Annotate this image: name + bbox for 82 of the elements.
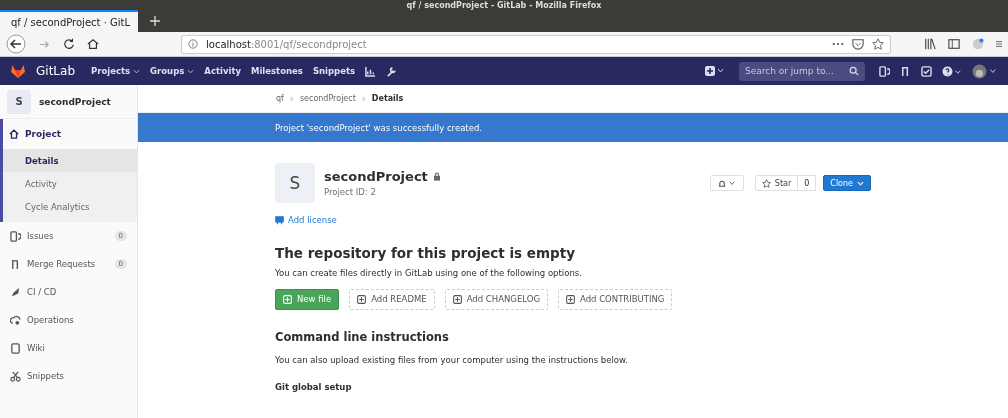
sidebar-item[interactable]: Merge Requests: [27, 259, 109, 269]
sidebar-subitem[interactable]: Activity: [3, 172, 137, 195]
back-icon[interactable]: [6, 34, 26, 54]
project-id: Project ID: 2: [324, 187, 377, 197]
breadcrumb-link[interactable]: qf: [276, 94, 284, 103]
nav-link[interactable]: Snippets: [312, 66, 356, 76]
plus-square-icon[interactable]: [705, 66, 725, 76]
breadcrumb-link[interactable]: Details: [371, 94, 404, 103]
merge-request-icon: [10, 258, 21, 270]
merge-request-icon[interactable]: [900, 65, 911, 77]
star-count[interactable]: 0: [798, 175, 817, 191]
description-text: You can create files directly in GitLab using one of the following options.: [275, 266, 583, 279]
nav-link[interactable]: Groups: [150, 66, 195, 76]
clone-button[interactable]: Clone: [823, 175, 871, 191]
flash-message: Project 'secondProject' was successfully created.: [275, 122, 482, 133]
new-tab-icon[interactable]: [150, 16, 160, 26]
search-icon: [849, 66, 859, 76]
add-file-button[interactable]: Add CHANGELOG: [444, 288, 548, 310]
sidebar-subitem[interactable]: Details: [3, 149, 137, 172]
sidebar-item[interactable]: Operations: [27, 315, 127, 325]
star-button[interactable]: Star: [754, 175, 799, 191]
issues-icon[interactable]: [879, 65, 890, 77]
sidebar-item[interactable]: CI / CD: [27, 287, 127, 297]
subsection-heading: Git global setup: [275, 381, 353, 392]
plus-square-icon: [566, 294, 575, 304]
issues-icon: [10, 230, 21, 242]
sidebar-item[interactable]: Project: [3, 119, 137, 149]
letter-avatar[interactable]: S: [7, 89, 31, 114]
gitlab-brand[interactable]: GitLab: [36, 64, 75, 78]
window-title: qf / secondProject - GitLab - Mozilla Firefox: [406, 0, 602, 10]
account-icon[interactable]: [972, 38, 984, 50]
star-icon[interactable]: [872, 38, 884, 50]
search-field[interactable]: Search or jump to...: [739, 61, 865, 81]
address-bar[interactable]: localhost:8001/qf/secondproject: [181, 34, 891, 54]
sidebar-item[interactable]: Issues: [27, 231, 109, 241]
plus-square-icon: [283, 294, 292, 304]
more-icon[interactable]: [832, 42, 844, 46]
chevron-icon: [289, 95, 294, 102]
notification-button[interactable]: [709, 175, 744, 191]
info-icon: [188, 39, 198, 49]
plus-square-icon: [452, 294, 462, 304]
help-icon[interactable]: [942, 65, 962, 77]
caret-icon: [187, 68, 195, 74]
add-file-button[interactable]: Add README: [349, 288, 435, 310]
scissors-icon: [10, 370, 21, 382]
caret-icon: [133, 68, 141, 74]
project-name[interactable]: secondProject: [39, 96, 111, 107]
pocket-icon[interactable]: [852, 38, 864, 50]
tanuki-logo-icon[interactable]: [10, 63, 26, 79]
reload-icon[interactable]: [63, 38, 75, 50]
add-file-button[interactable]: Add CONTRIBUTING: [558, 288, 673, 310]
section-label: Project: [25, 129, 62, 139]
bell-icon: [716, 178, 737, 188]
home-icon[interactable]: [87, 38, 99, 50]
user-avatar-icon[interactable]: [972, 63, 998, 79]
cloud-gear-icon: [10, 314, 21, 326]
wrench-icon[interactable]: [386, 65, 398, 77]
breadcrumb-link[interactable]: secondProject: [299, 94, 356, 103]
sidebar-item[interactable]: Wiki: [27, 343, 127, 353]
star-icon: [761, 178, 771, 188]
nav-link[interactable]: Projects: [91, 66, 141, 76]
browser-tab[interactable]: qf / secondProject · GitL: [0, 10, 138, 32]
sidebar-subitem[interactable]: Cycle Analytics: [3, 195, 137, 218]
nav-link[interactable]: Milestones: [251, 66, 303, 76]
caret-icon: [857, 180, 864, 186]
description-text: You can also upload existing files from your computer using the instructions below.: [275, 353, 629, 366]
chevron-icon: [361, 95, 366, 102]
book-icon: [10, 342, 21, 354]
sidebar-icon[interactable]: [948, 38, 960, 50]
add-license-link[interactable]: Add license: [275, 215, 337, 225]
letter-avatar: S: [275, 163, 315, 203]
home-icon: [9, 129, 19, 139]
todo-icon[interactable]: [921, 65, 932, 77]
nav-link[interactable]: Activity: [204, 66, 241, 76]
chart-icon[interactable]: [365, 65, 377, 77]
library-icon[interactable]: [924, 38, 936, 50]
section-heading: The repository for this project is empty: [275, 244, 576, 261]
sidebar-item[interactable]: Snippets: [27, 371, 127, 381]
section-heading: Command line instructions: [275, 329, 450, 344]
menu-icon[interactable]: [996, 38, 1002, 50]
plus-square-icon: [357, 294, 367, 304]
project-title: secondProject: [324, 169, 428, 184]
